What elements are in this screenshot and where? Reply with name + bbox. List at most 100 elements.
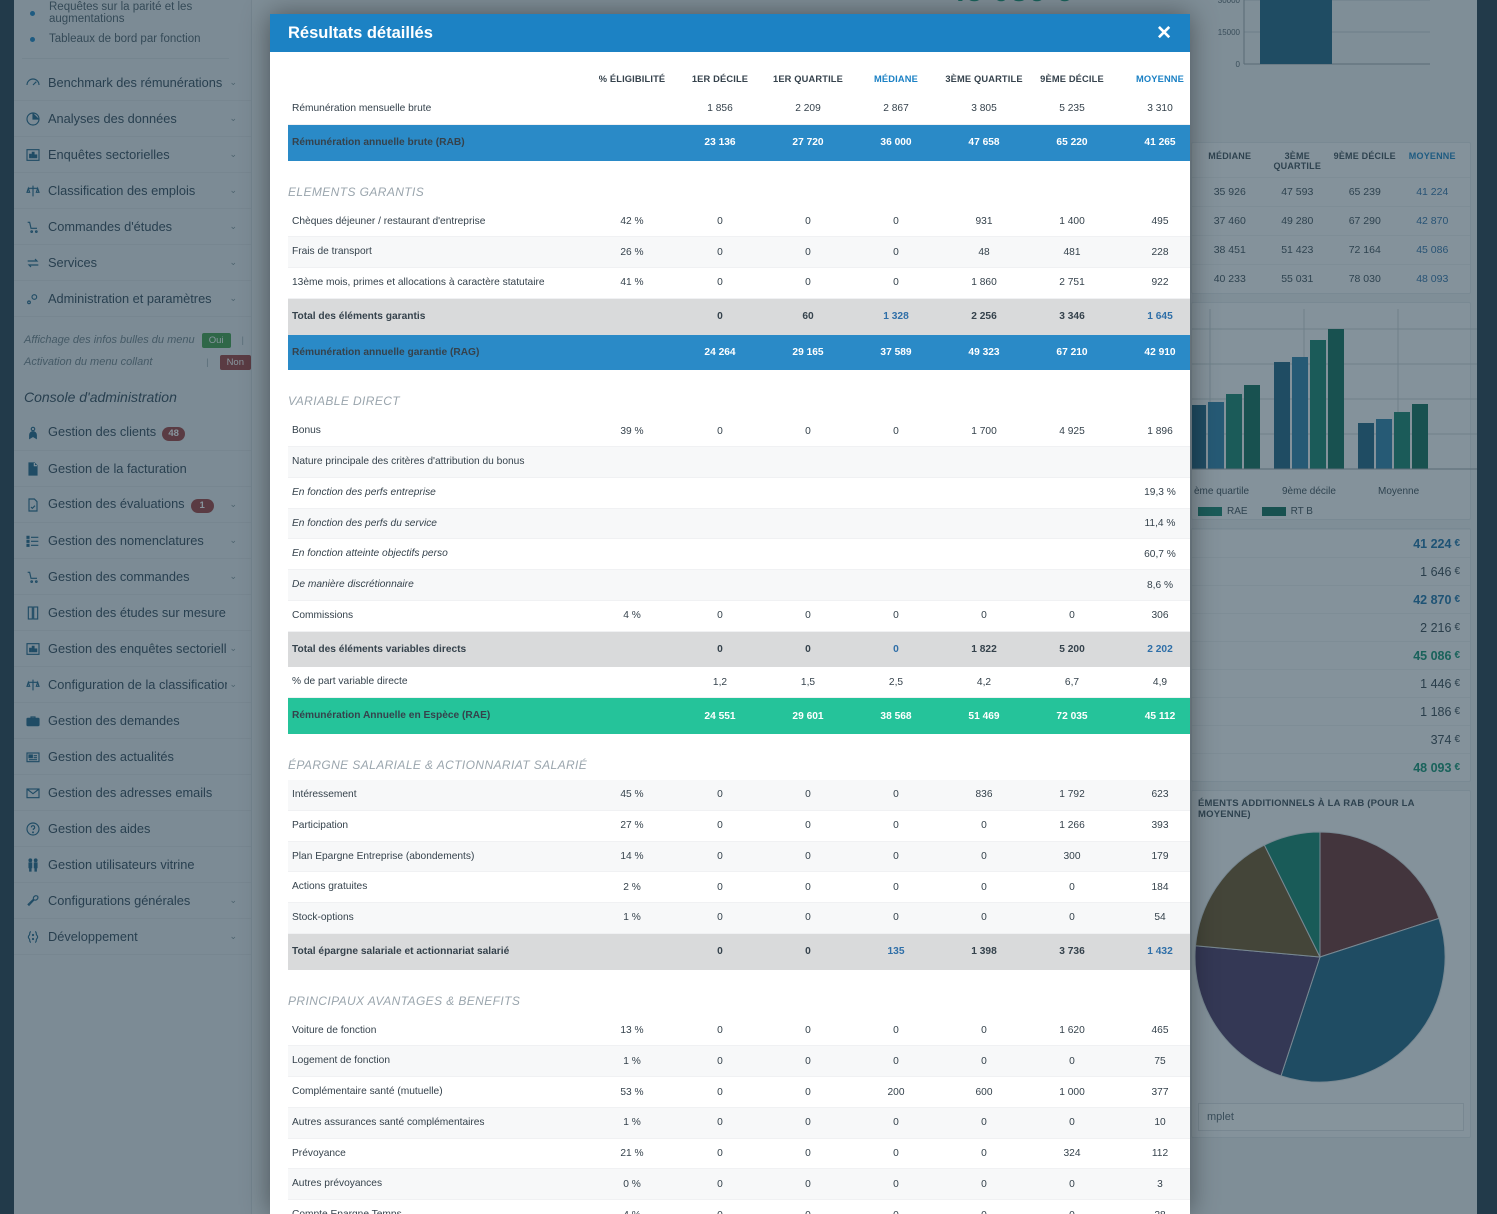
table-cell: 0	[852, 1045, 940, 1078]
table-cell: 300	[1028, 841, 1116, 873]
table-cell	[588, 477, 676, 509]
table-cell: 481	[1028, 236, 1116, 269]
table-cell: 0	[764, 1015, 852, 1047]
table-cell	[852, 569, 940, 601]
table-cell: 0	[852, 416, 940, 448]
table-cell: 1 328	[852, 298, 940, 335]
row-label: Logement de fonction	[288, 1045, 588, 1078]
table-row: Rémunération annuelle garantie (RAG) 24 2…	[288, 334, 1190, 371]
table-cell	[588, 569, 676, 601]
row-label: % de part variable directe	[288, 667, 588, 699]
table-cell: 600	[940, 1076, 1028, 1108]
table-cell: 1 398	[940, 933, 1028, 970]
table-cell: 836	[940, 780, 1028, 811]
section-heading: PRINCIPAUX AVANTAGES & BENEFITS	[288, 993, 521, 1008]
table-cell: 1 645	[1116, 298, 1190, 335]
table-cell: 1 400	[1028, 206, 1116, 238]
table-cell: 1 792	[1028, 780, 1116, 811]
row-label: Frais de transport	[288, 236, 588, 269]
table-cell: 2 209	[764, 94, 852, 125]
table-cell: 29 165	[764, 334, 852, 371]
row-label: Total des éléments garantis	[288, 298, 588, 335]
table-cell: 306	[1116, 600, 1190, 632]
table-cell: 1 822	[940, 631, 1028, 668]
close-icon[interactable]: ✕	[1156, 24, 1172, 43]
table-cell: 0	[852, 206, 940, 238]
table-cell: 1 000	[1028, 1076, 1116, 1108]
table-cell: 0	[940, 841, 1028, 873]
table-cell	[588, 933, 676, 970]
table-cell: 0	[676, 236, 764, 269]
table-cell	[940, 477, 1028, 509]
table-cell: 49 323	[940, 334, 1028, 371]
table-cell: 0	[1028, 1168, 1116, 1201]
table-cell: 0	[940, 600, 1028, 632]
table-cell: 38 568	[852, 697, 940, 735]
table-row: Logement de fonction 1 % 0 0 0 0 0 75	[288, 1045, 1190, 1078]
table-cell: 75	[1116, 1045, 1190, 1078]
table-cell: 19,3 %	[1116, 477, 1190, 509]
table-cell: 54	[1116, 902, 1190, 934]
table-cell: 0	[676, 871, 764, 904]
table-row: Plan Epargne Entreprise (abondements) 14 …	[288, 841, 1190, 873]
table-cell	[1028, 446, 1116, 478]
table-row: Compte Epargne Temps4 %0000028	[288, 1199, 1190, 1214]
table-cell: 4,9	[1116, 667, 1190, 699]
table-cell: 0	[764, 810, 852, 842]
table-cell: 42 %	[588, 206, 676, 238]
table-cell: 0	[764, 933, 852, 970]
table-cell	[1116, 446, 1190, 478]
table-row: De manière discrétionnaire 8,6 %	[288, 569, 1190, 601]
row-label: Plan Epargne Entreprise (abondements)	[288, 841, 588, 873]
table-cell: 0	[940, 1168, 1028, 1201]
table-cell	[1028, 538, 1116, 571]
table-cell: 0	[852, 1168, 940, 1201]
table-cell	[852, 538, 940, 571]
row-label: De manière discrétionnaire	[288, 569, 588, 601]
table-cell: 324	[1028, 1138, 1116, 1170]
table-cell	[764, 446, 852, 478]
table-cell: 0	[852, 236, 940, 269]
table-row: Frais de transport 26 % 0 0 0 48 481 228	[288, 236, 1190, 269]
table-cell	[588, 298, 676, 335]
table-cell	[588, 94, 676, 125]
table-cell: 0	[764, 267, 852, 299]
table-cell: 0	[676, 1045, 764, 1078]
table-cell: 0	[940, 810, 1028, 842]
table-row: Rémunération annuelle brute (RAB) 23 136 2…	[288, 124, 1190, 161]
row-label: 13ème mois, primes et allocations à cara…	[288, 267, 588, 299]
results-table-header: % ÉLIGIBILITÉ 1ER DÉCILE 1ER QUARTILE MÉDIA…	[288, 52, 1190, 94]
table-row: En fonction atteinte objectifs perso 60,7…	[288, 538, 1190, 571]
table-row: Autres assurances santé complémentaires 1…	[288, 1107, 1190, 1139]
row-label: Stock-options	[288, 902, 588, 934]
table-cell: 1 856	[676, 94, 764, 125]
table-cell: 393	[1116, 810, 1190, 842]
table-cell: 2 256	[940, 298, 1028, 335]
table-cell: 0	[676, 600, 764, 632]
table-cell: 0	[852, 631, 940, 668]
table-cell: 0	[676, 1076, 764, 1108]
table-cell: 2 751	[1028, 267, 1116, 299]
table-cell: 72 035	[1028, 697, 1116, 735]
table-cell	[852, 446, 940, 478]
row-label: Autres prévoyances	[288, 1168, 588, 1201]
table-cell	[852, 508, 940, 540]
row-label: En fonction des perfs du service	[288, 508, 588, 540]
table-cell: 47 658	[940, 124, 1028, 161]
table-cell: 1 860	[940, 267, 1028, 299]
table-cell: 0 %	[588, 1168, 676, 1201]
row-label: Rémunération mensuelle brute	[288, 94, 588, 125]
section-heading: ELEMENTS GARANTIS	[288, 184, 425, 199]
table-cell: 14 %	[588, 841, 676, 873]
table-cell: 1,2	[676, 667, 764, 699]
table-row: Rémunération mensuelle brute 1 856 2 209 2 …	[288, 94, 1190, 125]
row-label: Compte Epargne Temps	[288, 1199, 588, 1214]
table-cell: 0	[852, 1107, 940, 1139]
table-cell: 0	[940, 902, 1028, 934]
table-cell: 0	[764, 1168, 852, 1201]
table-cell: 112	[1116, 1138, 1190, 1170]
table-cell	[1028, 569, 1116, 601]
section-heading: VARIABLE DIRECT	[288, 394, 401, 409]
table-cell: 0	[852, 810, 940, 842]
table-cell: 0	[1028, 1199, 1116, 1214]
